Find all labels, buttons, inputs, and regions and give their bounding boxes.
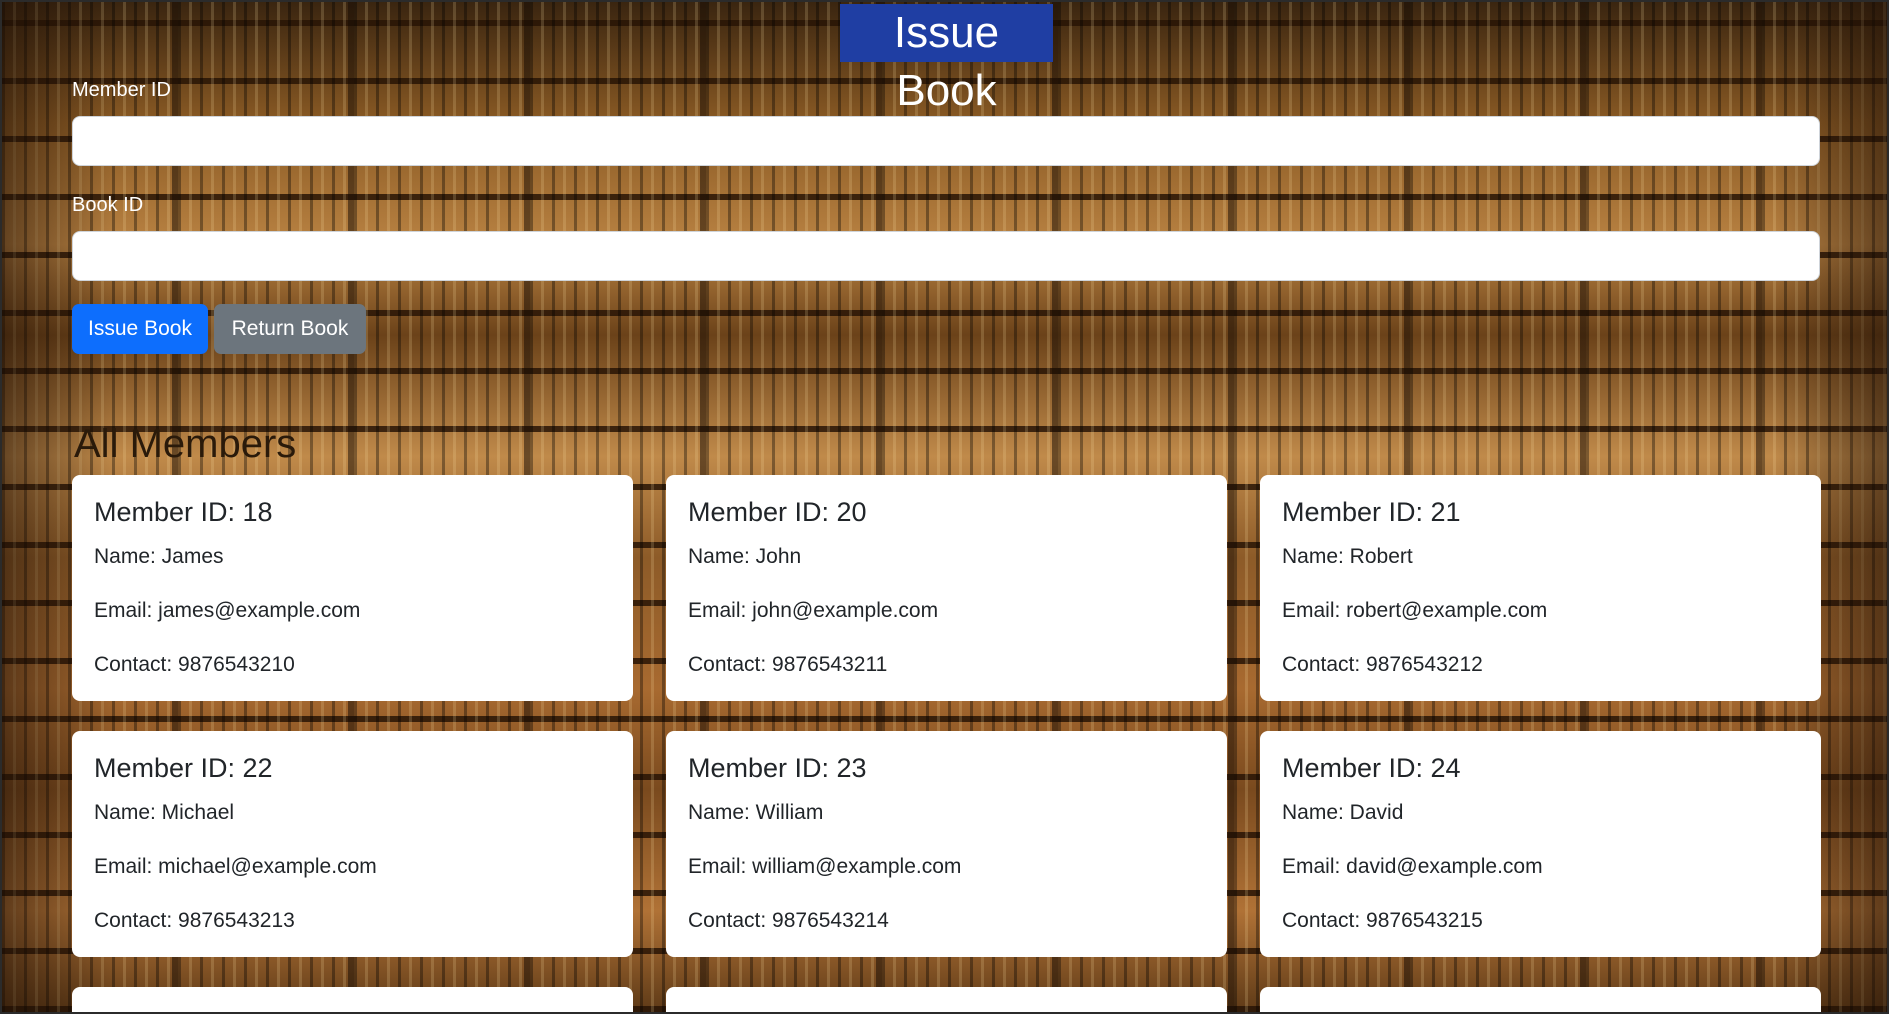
member-card-contact: Contact: 9876543214	[688, 909, 889, 932]
members-grid: Member ID: 18 Name: James Email: james@e…	[72, 475, 1821, 1012]
member-card-id: Member ID: 24	[1282, 753, 1461, 783]
member-card-name: Name: William	[688, 801, 824, 824]
member-card-email: Email: david@example.com	[1282, 855, 1543, 878]
member-card-email: Email: james@example.com	[94, 599, 361, 622]
member-card-contact: Contact: 9876543211	[688, 653, 888, 676]
member-card: Member ID: 23 Name: William Email: willi…	[666, 731, 1227, 957]
member-card-email: Email: john@example.com	[688, 599, 939, 622]
member-card: Member ID: 22 Name: Michael Email: micha…	[72, 731, 633, 957]
member-card-id: Member ID: 18	[94, 497, 273, 527]
member-card: Member ID: 21 Name: Robert Email: robert…	[1260, 475, 1821, 701]
return-book-button[interactable]: Return Book	[214, 304, 366, 354]
member-card-name: Name: James	[94, 545, 224, 568]
member-card-name: Name: Robert	[1282, 545, 1413, 568]
member-card-name: Name: John	[688, 545, 802, 568]
member-card-id: Member ID: 23	[688, 753, 867, 783]
member-card-email: Email: robert@example.com	[1282, 599, 1548, 622]
member-card-name: Name: Michael	[94, 801, 235, 824]
member-card-id: Member ID: 22	[94, 753, 273, 783]
member-card: Member ID: 20 Name: John Email: john@exa…	[666, 475, 1227, 701]
member-card-contact: Contact: 9876543215	[1282, 909, 1483, 932]
book-id-label: Book ID	[72, 194, 144, 216]
member-card-contact: Contact: 9876543213	[94, 909, 295, 932]
member-card-partial	[1260, 987, 1821, 1012]
issue-book-button[interactable]: Issue Book	[72, 304, 208, 354]
member-card: Member ID: 18 Name: James Email: james@e…	[72, 475, 633, 701]
member-card-partial	[666, 987, 1227, 1012]
member-card: Member ID: 24 Name: David Email: david@e…	[1260, 731, 1821, 957]
all-members-heading: All Members	[74, 422, 297, 466]
member-id-input[interactable]	[72, 116, 1820, 166]
member-card-id: Member ID: 21	[1282, 497, 1461, 527]
member-card-email: Email: michael@example.com	[94, 855, 377, 878]
member-card-partial	[72, 987, 633, 1012]
page-title: Issue Book	[840, 4, 1053, 115]
member-id-label: Member ID	[72, 79, 171, 101]
member-card-name: Name: David	[1282, 801, 1404, 824]
member-card-email: Email: william@example.com	[688, 855, 962, 878]
library-page: Issue Book Member ID Book ID Issue Book …	[0, 0, 1889, 1014]
member-card-contact: Contact: 9876543210	[94, 653, 295, 676]
book-id-input[interactable]	[72, 231, 1820, 281]
member-card-id: Member ID: 20	[688, 497, 867, 527]
member-card-contact: Contact: 9876543212	[1282, 653, 1483, 676]
